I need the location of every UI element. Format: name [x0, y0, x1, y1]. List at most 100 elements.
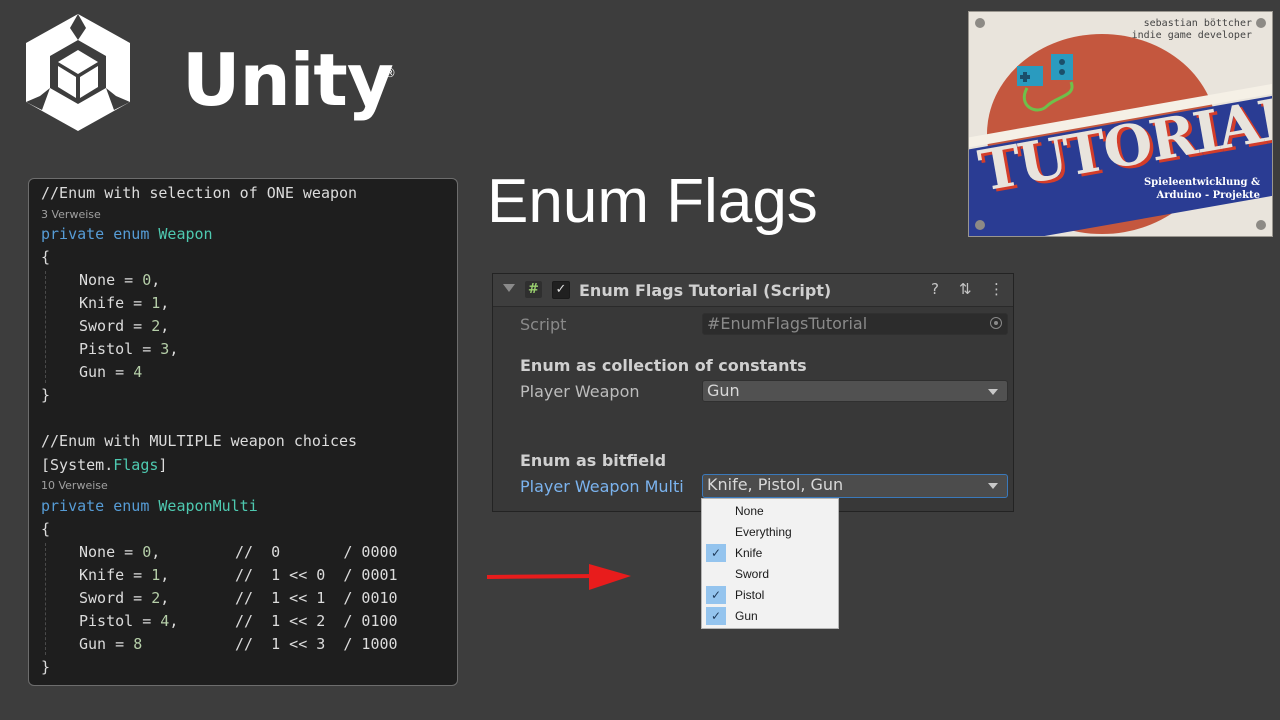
menu-item-pistol[interactable]: ✓ Pistol [704, 585, 836, 605]
code-enum-member: Sword = 2, [79, 589, 169, 607]
script-object-field[interactable]: #EnumFlagsTutorial [702, 313, 1008, 335]
member-name: Pistol [79, 612, 134, 630]
script-value: EnumFlagsTutorial [720, 314, 868, 333]
member-assign: = [133, 340, 161, 358]
presets-icon[interactable]: ⇅ [959, 280, 972, 298]
code-references[interactable]: 10 Verweise [41, 479, 108, 492]
player-weapon-multi-dropdown[interactable]: Knife, Pistol, Gun [702, 474, 1008, 498]
code-panel: //Enum with selection of ONE weapon 3 Ve… [28, 178, 458, 686]
member-assign: = [124, 294, 152, 312]
code-brace-close: } [41, 658, 51, 676]
indent-guide [45, 271, 46, 383]
member-value: 4 [160, 612, 170, 630]
member-assign: = [124, 589, 152, 607]
attribute-prefix: [System. [41, 456, 114, 474]
badge-author-role: indie game developer [1131, 30, 1252, 41]
unity-wordmark: Unity [182, 38, 394, 122]
code-enum-member: Knife = 1, [79, 294, 169, 312]
player-weapon-multi-value: Knife, Pistol, Gun [707, 475, 844, 494]
red-arrow-icon [487, 564, 631, 590]
member-end: , [160, 566, 170, 584]
code-comment: //Enum with selection of ONE weapon [41, 184, 358, 202]
code-brace-close: } [41, 386, 51, 404]
tutorials-badge: sebastian böttcher indie game developer … [968, 11, 1273, 237]
code-attribute: [System.Flags] [41, 456, 167, 474]
member-end: , [169, 340, 179, 358]
code-enum-member: Pistol = 4, [79, 612, 178, 630]
menu-item-everything[interactable]: Everything [704, 522, 836, 542]
code-enum-member: Gun = 8 [79, 635, 142, 653]
more-options-icon[interactable]: ⋮ [989, 280, 1004, 298]
script-hash-icon: # [525, 281, 542, 298]
code-inline-comment: // 1 << 2 / 0100 [235, 612, 398, 630]
section-header-bitfield: Enum as bitfield [520, 451, 667, 470]
code-comment: //Enum with MULTIPLE weapon choices [41, 432, 358, 450]
screw-icon [1256, 220, 1266, 230]
menu-item-label: Knife [735, 546, 763, 560]
player-weapon-multi-label: Player Weapon Multi [520, 477, 684, 496]
unity-logo: Unity ® [22, 10, 402, 140]
code-enum-member: Sword = 2, [79, 317, 169, 335]
attribute-suffix: ] [158, 456, 168, 474]
member-assign: = [115, 543, 143, 561]
help-icon[interactable]: ? [931, 280, 939, 298]
screw-icon [975, 220, 985, 230]
menu-item-label: Sword [735, 567, 770, 581]
member-assign: = [124, 317, 152, 335]
menu-item-none[interactable]: None [704, 501, 836, 521]
member-name: Pistol [79, 340, 134, 358]
menu-item-knife[interactable]: ✓ Knife [704, 543, 836, 563]
menu-item-sword[interactable]: Sword [704, 564, 836, 584]
member-end: , [160, 589, 170, 607]
member-assign: = [106, 635, 134, 653]
code-brace-open: { [41, 248, 51, 266]
flags-dropdown-menu: None Everything ✓ Knife Sword ✓ Pistol ✓… [701, 498, 839, 629]
foldout-triangle-icon[interactable] [503, 284, 515, 292]
code-references[interactable]: 3 Verweise [41, 208, 101, 221]
code-inline-comment: // 1 << 1 / 0010 [235, 589, 398, 607]
check-icon: ✓ [706, 607, 726, 625]
member-assign: = [115, 271, 143, 289]
member-end: , [160, 294, 170, 312]
player-weapon-dropdown[interactable]: Gun [702, 380, 1008, 402]
player-weapon-label: Player Weapon [520, 382, 640, 401]
chevron-down-icon [988, 389, 998, 395]
badge-subtitle-line2: Arduino - Projekte [1156, 190, 1261, 201]
badge-subtitle-line1: Spieleentwicklung & [1143, 177, 1260, 188]
component-enabled-checkbox[interactable]: ✓ [552, 281, 570, 299]
check-icon [706, 523, 726, 541]
code-keyword: private enum [41, 225, 150, 243]
menu-item-gun[interactable]: ✓ Gun [704, 606, 836, 626]
member-assign: = [133, 612, 161, 630]
member-name: Gun [79, 363, 107, 381]
attribute-name: Flags [113, 456, 159, 474]
member-end: , [151, 543, 161, 561]
code-enum-member: Knife = 1, [79, 566, 169, 584]
member-end: , [151, 271, 161, 289]
member-value: 2 [151, 589, 161, 607]
check-icon [706, 565, 726, 583]
component-header[interactable]: # ✓ Enum Flags Tutorial (Script) ? ⇅ ⋮ [493, 274, 1013, 307]
screw-icon [975, 18, 985, 28]
component-title: Enum Flags Tutorial (Script) [579, 281, 832, 300]
check-icon: ✓ [706, 544, 726, 562]
registered-mark: ® [384, 66, 396, 80]
badge-author: sebastian böttcher indie game developer [1132, 18, 1252, 42]
member-name: Knife [79, 566, 125, 584]
inspector-component: # ✓ Enum Flags Tutorial (Script) ? ⇅ ⋮ S… [492, 273, 1014, 512]
unity-cube-icon [26, 14, 130, 131]
code-declaration: private enum WeaponMulti [41, 497, 258, 515]
code-inline-comment: // 1 << 3 / 1000 [235, 635, 398, 653]
object-picker-icon[interactable] [990, 317, 1002, 329]
code-enum-member: None = 0, [79, 271, 160, 289]
indent-guide [45, 543, 46, 655]
member-assign: = [124, 566, 152, 584]
member-end: , [169, 612, 179, 630]
menu-item-label: None [735, 504, 764, 518]
member-name: Gun [79, 635, 107, 653]
member-name: Sword [79, 317, 125, 335]
badge-author-name: sebastian böttcher [1143, 18, 1252, 29]
code-inline-comment: // 0 / 0000 [235, 543, 398, 561]
member-name: Knife [79, 294, 125, 312]
member-value: 4 [133, 363, 143, 381]
